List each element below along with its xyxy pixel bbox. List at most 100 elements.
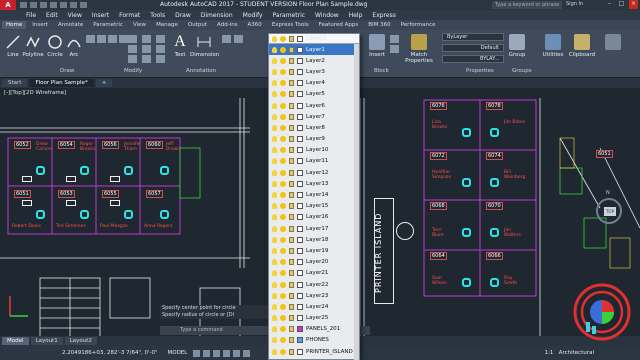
light-bulb-icon[interactable] — [272, 259, 277, 266]
rectangle-icon[interactable] — [86, 35, 95, 43]
layer-item[interactable]: Layer14 — [269, 189, 359, 200]
new-icon[interactable] — [20, 2, 27, 8]
utilities-button[interactable]: Utilities — [540, 34, 566, 58]
clipboard-button[interactable]: Clipboard — [568, 34, 596, 58]
view-panel-button[interactable] — [600, 34, 626, 52]
line-button[interactable]: Line — [4, 34, 22, 58]
menu-express[interactable]: Express — [372, 12, 395, 19]
layer-item[interactable]: Layer17 — [269, 223, 359, 234]
sun-icon[interactable] — [280, 57, 286, 64]
tab-manage[interactable]: Manage — [152, 21, 182, 29]
layer-item[interactable]: Layer13 — [269, 178, 359, 189]
layout-tab-model[interactable]: Model — [2, 337, 29, 345]
polyline-button[interactable]: Polyline — [22, 34, 44, 58]
tab-insert[interactable]: Insert — [28, 21, 52, 29]
move-icon[interactable] — [128, 35, 137, 43]
lock-icon[interactable] — [289, 35, 294, 42]
layer-item[interactable]: Layer22 — [269, 279, 359, 290]
light-bulb-icon[interactable] — [272, 46, 277, 53]
leader-icon[interactable] — [222, 35, 231, 43]
panel-block[interactable]: Block — [374, 68, 389, 74]
linetype-dropdown[interactable]: BYLAY... — [442, 55, 504, 63]
light-bulb-icon[interactable] — [272, 292, 277, 299]
rotate-icon[interactable] — [142, 35, 151, 43]
light-bulb-icon[interactable] — [272, 180, 277, 187]
light-bulb-icon[interactable] — [272, 247, 277, 254]
lock-icon[interactable] — [289, 326, 294, 333]
light-bulb-icon[interactable] — [272, 68, 277, 75]
tab-annotate[interactable]: Annotate — [54, 21, 87, 29]
menu-draw[interactable]: Draw — [175, 12, 191, 19]
sun-icon[interactable] — [280, 348, 286, 355]
light-bulb-icon[interactable] — [272, 124, 277, 131]
layer-item[interactable]: Layer24 — [269, 301, 359, 312]
layer-item[interactable]: Layer3 — [269, 66, 359, 77]
light-bulb-icon[interactable] — [272, 315, 277, 322]
layer-item[interactable]: Layer8 — [269, 122, 359, 133]
layer-item[interactable]: Layer23 — [269, 290, 359, 301]
layer-item[interactable]: Layer11 — [269, 156, 359, 167]
lock-icon[interactable] — [289, 158, 294, 165]
sun-icon[interactable] — [280, 192, 286, 199]
edit-block-icon[interactable] — [390, 45, 399, 53]
viewcube[interactable]: TOP — [596, 198, 622, 224]
lock-icon[interactable] — [289, 68, 294, 75]
light-bulb-icon[interactable] — [272, 303, 277, 310]
insert-button[interactable]: Insert — [368, 34, 386, 58]
tab-bim-360[interactable]: BIM 360 — [364, 21, 394, 29]
layer-item[interactable]: Layer20 — [269, 257, 359, 268]
tab-featured-apps[interactable]: Featured Apps — [315, 21, 363, 29]
layer-item[interactable]: Layer2 — [269, 55, 359, 66]
undo-icon[interactable] — [70, 2, 77, 8]
menu-format[interactable]: Format — [119, 12, 140, 19]
tab-view[interactable]: View — [129, 21, 150, 29]
sun-icon[interactable] — [280, 292, 286, 299]
light-bulb-icon[interactable] — [272, 136, 277, 143]
create-block-icon[interactable] — [390, 35, 399, 43]
layer-item[interactable]: Layer1 — [269, 44, 359, 56]
mirror-icon[interactable] — [142, 45, 151, 53]
sun-icon[interactable] — [280, 270, 286, 277]
lock-icon[interactable] — [289, 91, 294, 98]
lock-icon[interactable] — [289, 203, 294, 210]
menu-parametric[interactable]: Parametric — [273, 12, 306, 19]
color-dropdown[interactable]: ByLayer — [442, 33, 504, 41]
sun-icon[interactable] — [280, 158, 286, 165]
light-bulb-icon[interactable] — [272, 225, 277, 232]
light-bulb-icon[interactable] — [272, 169, 277, 176]
light-bulb-icon[interactable] — [272, 337, 277, 344]
lock-icon[interactable] — [289, 113, 294, 120]
sun-icon[interactable] — [280, 236, 286, 243]
table-icon[interactable] — [234, 35, 243, 43]
lock-icon[interactable] — [289, 180, 294, 187]
lock-icon[interactable] — [289, 236, 294, 243]
light-bulb-icon[interactable] — [272, 281, 277, 288]
light-bulb-icon[interactable] — [272, 35, 277, 42]
layer-item[interactable]: Layer7 — [269, 111, 359, 122]
scale-icon[interactable] — [142, 55, 151, 63]
stretch-icon[interactable] — [128, 55, 137, 63]
tab-output[interactable]: Output — [184, 21, 211, 29]
copy-icon[interactable] — [128, 45, 137, 53]
lock-icon[interactable] — [289, 46, 294, 53]
menu-tools[interactable]: Tools — [150, 12, 165, 19]
layer-item[interactable]: Layer10 — [269, 145, 359, 156]
arc-button[interactable]: Arc — [66, 34, 82, 58]
dimension-button[interactable]: Dimension — [190, 34, 219, 58]
file-tab-floor-plan[interactable]: Floor Plan Sample* — [29, 79, 94, 87]
panel-draw[interactable]: Draw — [60, 68, 74, 74]
save-icon[interactable] — [40, 2, 47, 8]
layer-item[interactable]: PANELS_201 — [269, 324, 359, 335]
file-tab-start[interactable]: Start — [2, 79, 28, 87]
layer-item[interactable]: Layer16 — [269, 212, 359, 223]
lock-icon[interactable] — [289, 192, 294, 199]
layer-item[interactable]: Layer19 — [269, 245, 359, 256]
layer-item[interactable]: Layer4 — [269, 78, 359, 89]
tab-home[interactable]: Home — [2, 21, 27, 29]
tab-express-tools[interactable]: Express Tools — [268, 21, 313, 29]
menu-modify[interactable]: Modify — [243, 12, 263, 19]
lock-icon[interactable] — [289, 80, 294, 87]
sun-icon[interactable] — [280, 303, 286, 310]
light-bulb-icon[interactable] — [272, 91, 277, 98]
lock-icon[interactable] — [289, 124, 294, 131]
